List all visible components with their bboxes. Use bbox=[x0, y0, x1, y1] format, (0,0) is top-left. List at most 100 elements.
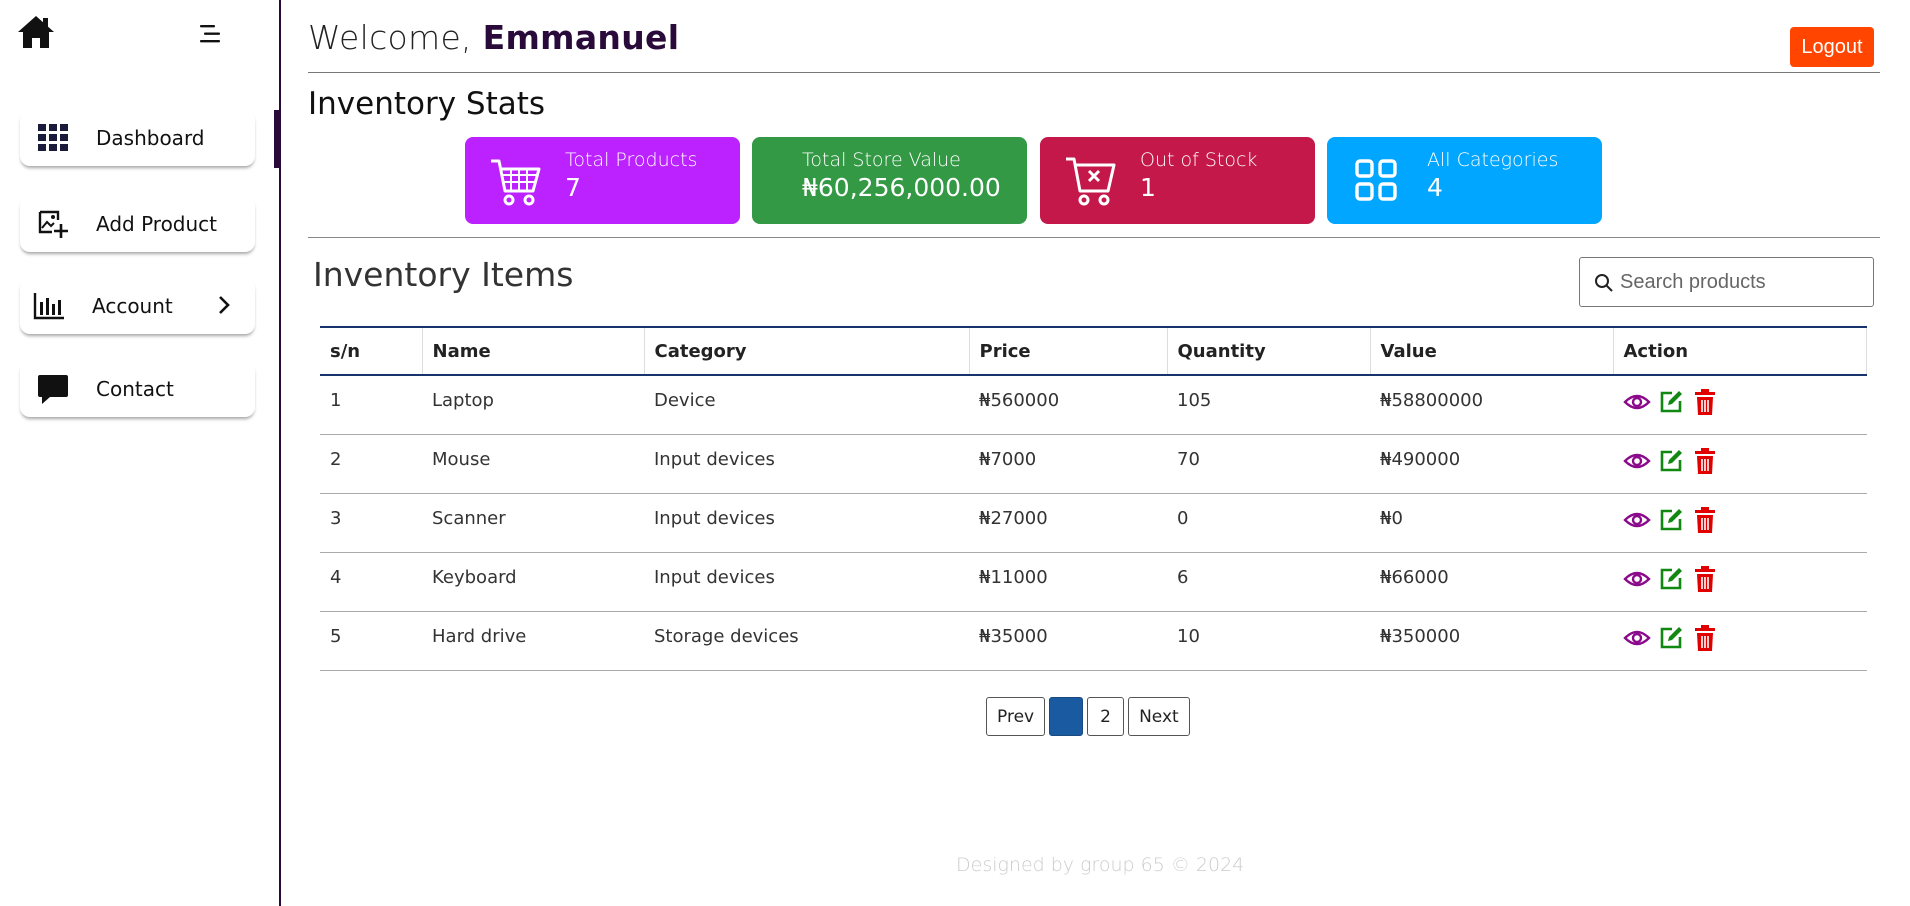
cell-name: Scanner bbox=[422, 493, 644, 553]
stat-card-total-store-value: Total Store Value ₦60,256,000.00 bbox=[752, 137, 1027, 224]
row-actions bbox=[1623, 624, 1719, 652]
column-header-action: Action bbox=[1612, 326, 1867, 376]
column-header-sn: s/n bbox=[320, 326, 422, 376]
footer-text: Designed by group 65 © 2024 bbox=[956, 854, 1245, 876]
pagination: Prev 1 2 Next bbox=[986, 697, 1190, 736]
delete-icon[interactable] bbox=[1691, 565, 1719, 593]
cell-quantity: 0 bbox=[1167, 493, 1370, 553]
cell-sn: 5 bbox=[320, 611, 422, 671]
categories-icon bbox=[1355, 159, 1397, 201]
grid-icon bbox=[38, 124, 68, 151]
view-icon[interactable] bbox=[1623, 447, 1651, 475]
column-header-category: Category bbox=[643, 326, 969, 376]
sidebar-item-add-product[interactable]: Add Product bbox=[20, 196, 255, 252]
edit-icon[interactable] bbox=[1657, 506, 1685, 534]
sidebar-item-account[interactable]: Account bbox=[20, 278, 255, 334]
stat-label: Out of Stock bbox=[1140, 149, 1258, 171]
sidebar-item-contact[interactable]: Contact bbox=[20, 361, 255, 417]
cell-category: Device bbox=[644, 375, 969, 435]
cell-price: ₦27000 bbox=[969, 493, 1167, 553]
sidebar-item-label: Dashboard bbox=[96, 126, 205, 150]
page-button-1[interactable]: 1 bbox=[1049, 697, 1084, 736]
sidebar-item-dashboard[interactable]: Dashboard bbox=[20, 110, 255, 166]
table-row: 2 Mouse Input devices ₦7000 70 ₦490000 bbox=[320, 434, 1867, 494]
chart-icon bbox=[33, 293, 64, 320]
cell-sn: 1 bbox=[320, 375, 422, 435]
cell-quantity: 10 bbox=[1167, 611, 1370, 671]
chevron-right-icon bbox=[219, 296, 230, 314]
view-icon[interactable] bbox=[1623, 506, 1651, 534]
welcome-prefix: Welcome, bbox=[308, 18, 472, 57]
prev-page-button[interactable]: Prev bbox=[986, 697, 1046, 736]
next-page-button[interactable]: Next bbox=[1128, 697, 1190, 736]
cell-value: ₦0 bbox=[1370, 493, 1613, 553]
cell-value: ₦66000 bbox=[1370, 552, 1613, 612]
stat-label: Total Store Value bbox=[802, 149, 961, 171]
sidebar-item-label: Add Product bbox=[96, 212, 218, 236]
cart-icon bbox=[491, 159, 541, 206]
username: Emmanuel bbox=[482, 18, 680, 57]
chat-icon bbox=[38, 375, 68, 404]
delete-icon[interactable] bbox=[1691, 624, 1719, 652]
delete-icon[interactable] bbox=[1691, 506, 1719, 534]
cell-name: Keyboard bbox=[422, 552, 644, 612]
search-input[interactable] bbox=[1620, 266, 1860, 298]
cell-category: Input devices bbox=[644, 434, 969, 494]
view-icon[interactable] bbox=[1623, 565, 1651, 593]
row-actions bbox=[1623, 565, 1719, 593]
cell-value: ₦350000 bbox=[1370, 611, 1613, 671]
cell-value: ₦490000 bbox=[1370, 434, 1613, 494]
edit-icon[interactable] bbox=[1657, 624, 1685, 652]
table-header-row: s/n Name Category Price Quantity Value A… bbox=[320, 326, 1867, 376]
cell-name: Laptop bbox=[422, 375, 644, 435]
home-icon[interactable] bbox=[16, 12, 56, 52]
cell-category: Storage devices bbox=[644, 611, 969, 671]
view-icon[interactable] bbox=[1623, 624, 1651, 652]
table-row: 5 Hard drive Storage devices ₦35000 10 ₦35000… bbox=[320, 611, 1867, 671]
stat-card-out-of-stock: Out of Stock 1 bbox=[1040, 137, 1315, 224]
cell-sn: 4 bbox=[320, 552, 422, 612]
cell-action bbox=[1613, 375, 1867, 435]
logout-button[interactable]: Logout bbox=[1790, 27, 1874, 67]
column-header-quantity: Quantity bbox=[1166, 326, 1370, 376]
cart-x-icon bbox=[1066, 157, 1116, 206]
stats-divider bbox=[308, 237, 1880, 238]
stat-value: ₦60,256,000.00 bbox=[802, 173, 1001, 202]
stat-card-all-categories: All Categories 4 bbox=[1327, 137, 1602, 224]
edit-icon[interactable] bbox=[1657, 388, 1685, 416]
view-icon[interactable] bbox=[1623, 388, 1651, 416]
stat-label: All Categories bbox=[1427, 149, 1559, 171]
table-row: 1 Laptop Device ₦560000 105 ₦58800000 bbox=[320, 375, 1867, 435]
sidebar-item-label: Account bbox=[92, 294, 173, 318]
cell-action bbox=[1613, 434, 1867, 494]
column-header-price: Price bbox=[968, 326, 1167, 376]
row-actions bbox=[1623, 447, 1719, 475]
search-icon bbox=[1595, 274, 1613, 292]
stat-value: 1 bbox=[1140, 173, 1156, 202]
edit-icon[interactable] bbox=[1657, 565, 1685, 593]
delete-icon[interactable] bbox=[1691, 447, 1719, 475]
header-divider bbox=[308, 72, 1880, 73]
delete-icon[interactable] bbox=[1691, 388, 1719, 416]
edit-icon[interactable] bbox=[1657, 447, 1685, 475]
page-button-2[interactable]: 2 bbox=[1087, 697, 1125, 736]
cell-category: Input devices bbox=[644, 552, 969, 612]
cell-quantity: 6 bbox=[1167, 552, 1370, 612]
stat-value: 4 bbox=[1427, 173, 1443, 202]
table-row: 3 Scanner Input devices ₦27000 0 ₦0 bbox=[320, 493, 1867, 553]
menu-toggle-icon[interactable] bbox=[196, 20, 224, 48]
welcome-heading: Welcome, Emmanuel bbox=[308, 18, 679, 57]
cell-quantity: 70 bbox=[1167, 434, 1370, 494]
table-row: 4 Keyboard Input devices ₦11000 6 ₦66000 bbox=[320, 552, 1867, 612]
row-actions bbox=[1623, 388, 1719, 416]
column-header-value: Value bbox=[1369, 326, 1613, 376]
stat-card-total-products: Total Products 7 bbox=[465, 137, 740, 224]
cell-category: Input devices bbox=[644, 493, 969, 553]
cell-name: Mouse bbox=[422, 434, 644, 494]
cell-price: ₦560000 bbox=[969, 375, 1167, 435]
cell-action bbox=[1613, 493, 1867, 553]
search-box bbox=[1579, 257, 1874, 307]
cell-name: Hard drive bbox=[422, 611, 644, 671]
stat-label: Total Products bbox=[565, 149, 698, 171]
cell-action bbox=[1613, 611, 1867, 671]
